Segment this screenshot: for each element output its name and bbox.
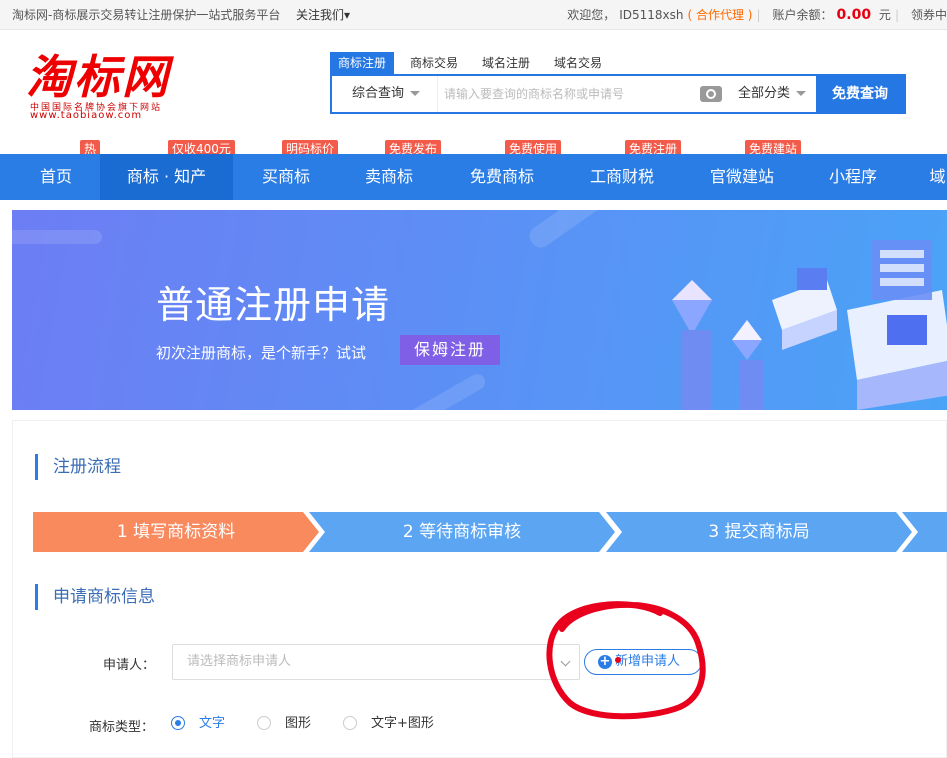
nav-item-free-trademark[interactable]: 免费商标 — [462, 154, 542, 200]
tab-domain-register[interactable]: 域名注册 — [474, 52, 538, 74]
type-radio-graphic[interactable]: 图形 — [257, 715, 311, 732]
banner-subtitle: 初次注册商标，是个新手？试试 — [156, 344, 367, 362]
currency-unit: 元 — [878, 8, 891, 22]
tab-trademark-register[interactable]: 商标注册 — [330, 52, 395, 74]
nav-item-trademark[interactable]: 商标 · 知产 — [100, 154, 233, 200]
top-bar: 淘标网-商标展示交易转让注册保护一站式服务平台 关注我们▾ 欢迎您， ID5118… — [0, 0, 947, 30]
banner-illustration — [672, 240, 947, 410]
site-description: 淘标网-商标展示交易转让注册保护一站式服务平台 — [12, 8, 281, 22]
applicant-placeholder: 请选择商标申请人 — [187, 654, 292, 669]
nav-item-mini-program[interactable]: 小程序 — [818, 154, 888, 200]
nav-item-domain[interactable]: 域 — [928, 154, 947, 200]
main-nav: 首页 商标 · 知产 买商标 卖商标 免费商标 工商财税 官微建站 小程序 域 — [0, 154, 947, 200]
tab-trademark-trade[interactable]: 商标交易 — [402, 52, 466, 74]
type-radio-text-graphic[interactable]: 文字+图形 — [343, 715, 434, 732]
radio-icon — [171, 715, 185, 730]
nav-item-site-build[interactable]: 官微建站 — [702, 154, 782, 200]
process-steps: 1 填写商标资料 2 等待商标审核 3 提交商标局 — [33, 512, 947, 552]
type-radio-text[interactable]: 文字 — [171, 715, 225, 732]
welcome-text: 欢迎您， — [567, 8, 616, 22]
search-input[interactable] — [444, 80, 694, 108]
coupon-link[interactable]: 领券中 — [911, 8, 947, 22]
nav-item-home[interactable]: 首页 — [20, 154, 92, 200]
free-search-button[interactable]: 免费查询 — [816, 76, 904, 112]
chevron-down-icon — [796, 91, 807, 96]
follow-us-link[interactable]: 关注我们▾ — [296, 0, 350, 30]
user-id-link[interactable]: ID5118xsh — [619, 8, 683, 22]
form-section-title: 申请商标信息 — [35, 584, 155, 610]
search-box: 综合查询 全部分类 免费查询 — [330, 74, 906, 114]
logo-url: www.taobiaow.com — [30, 110, 143, 121]
chevron-down-icon — [410, 91, 421, 96]
banner: 普通注册申请 初次注册商标，是个新手？试试 保姆注册 — [12, 210, 947, 410]
nanny-register-button[interactable]: 保姆注册 — [400, 335, 500, 365]
header: 淘标网 中国国际名牌协会旗下网站 www.taobiaow.com 商标注册 商… — [0, 30, 947, 154]
camera-icon[interactable] — [700, 86, 722, 102]
applicant-label: 申请人： — [103, 658, 156, 673]
user-info: 欢迎您， ID5118xsh( 合作代理 ) | 账户余额： 0.00 元 | 领券中 — [567, 7, 947, 23]
all-category-select[interactable]: 全部分类 — [732, 76, 807, 112]
nav-item-business-tax[interactable]: 工商财税 — [582, 154, 662, 200]
step-1: 1 填写商标资料 — [33, 512, 319, 552]
step-2: 2 等待商标审核 — [309, 512, 615, 552]
nav-item-sell[interactable]: 卖商标 — [353, 154, 425, 200]
agent-badge[interactable]: ( 合作代理 ) — [687, 8, 752, 22]
search-category-select[interactable]: 综合查询 — [332, 76, 438, 112]
balance-value: 0.00 — [836, 7, 872, 23]
annotation-circle — [546, 601, 706, 720]
radio-icon — [343, 715, 357, 730]
process-section-title: 注册流程 — [35, 454, 121, 480]
site-logo[interactable]: 淘标网 中国国际名牌协会旗下网站 www.taobiaow.com — [26, 52, 206, 122]
step-3: 3 提交商标局 — [606, 512, 912, 552]
search-tabs: 商标注册 商标交易 域名注册 域名交易 — [330, 52, 618, 74]
banner-title: 普通注册申请 — [156, 283, 391, 327]
trademark-type-label: 商标类型： — [89, 720, 155, 735]
balance-label: 账户余额： — [772, 8, 833, 22]
radio-icon — [257, 715, 271, 730]
applicant-select[interactable]: 请选择商标申请人 — [172, 644, 580, 680]
logo-text: 淘标网 — [26, 50, 170, 104]
tab-domain-trade[interactable]: 域名交易 — [546, 52, 610, 74]
nav-item-buy[interactable]: 买商标 — [250, 154, 322, 200]
main-content: 注册流程 1 填写商标资料 2 等待商标审核 3 提交商标局 申请商标信息 申请… — [12, 420, 947, 758]
